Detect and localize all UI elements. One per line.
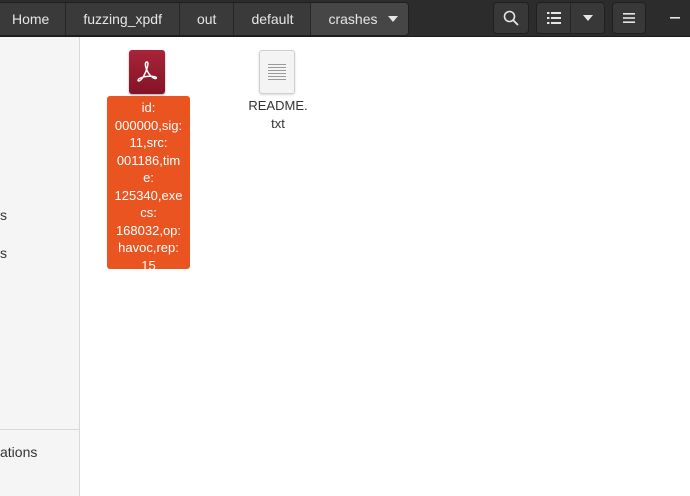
main-menu-button[interactable] [612, 2, 646, 34]
sidebar-item[interactable]: s [0, 245, 7, 261]
sidebar: s s ations [0, 37, 80, 496]
sidebar-divider [0, 429, 79, 430]
file-name-line: e: [143, 170, 154, 185]
minimize-icon [670, 17, 680, 19]
breadcrumb-default[interactable]: default [234, 3, 312, 35]
file-manager-window: Home fuzzing_xpdf out default crashes s … [0, 0, 690, 496]
list-view-button[interactable] [537, 3, 570, 33]
file-name-line: 15 [141, 257, 156, 273]
file-name-line: 001186,tim [116, 152, 181, 168]
pdf-file-icon [129, 50, 165, 94]
search-icon [503, 10, 519, 26]
chevron-down-icon [387, 16, 398, 22]
hamburger-menu-icon [623, 13, 635, 23]
file-name-label: README. txt [237, 97, 319, 132]
view-switcher [536, 2, 605, 34]
file-name-line: id: [141, 100, 156, 115]
file-name-line: 000000,sig: [114, 117, 183, 133]
breadcrumb-fuzzing-xpdf[interactable]: fuzzing_xpdf [66, 3, 180, 35]
file-name-line: txt [271, 115, 285, 131]
chevron-down-icon [582, 15, 593, 21]
sidebar-item-other-locations[interactable]: ations [0, 444, 37, 460]
breadcrumb-out[interactable]: out [179, 3, 235, 35]
file-name-label: id: 000000,sig: 11,src: 001186,tim e: 12… [107, 96, 190, 273]
file-name-line: havoc,rep: [118, 240, 179, 255]
file-name-line: cs: [140, 205, 157, 220]
breadcrumb: Home fuzzing_xpdf out default crashes [0, 2, 409, 36]
header-bar: Home fuzzing_xpdf out default crashes [0, 0, 690, 37]
breadcrumb-home[interactable]: Home [0, 3, 67, 35]
file-name-line: 11,src: [129, 135, 168, 150]
file-name-line: 168032,op: [115, 222, 182, 238]
text-file-icon [259, 50, 295, 94]
search-button[interactable] [493, 2, 529, 34]
view-options-button[interactable] [570, 3, 604, 33]
minimize-button[interactable] [660, 2, 690, 34]
sidebar-item[interactable]: s [0, 207, 7, 223]
file-name-line: README. [248, 98, 308, 113]
file-name-line: 125340,exe [114, 187, 183, 203]
breadcrumb-menu-button[interactable] [377, 3, 408, 35]
file-view: id: 000000,sig: 11,src: 001186,tim e: 12… [80, 37, 690, 496]
breadcrumb-crashes[interactable]: crashes [311, 3, 378, 35]
list-view-icon [546, 12, 561, 24]
